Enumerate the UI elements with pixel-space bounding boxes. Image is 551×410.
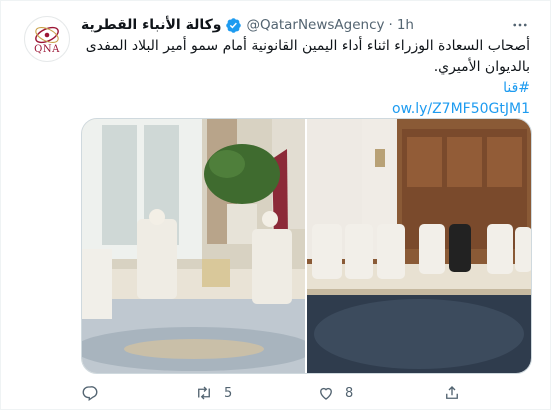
reply-icon xyxy=(82,386,98,402)
like-count: 8 xyxy=(345,385,354,401)
share-button[interactable] xyxy=(443,384,471,402)
url-link[interactable]: ow.ly/Z7MF50GtJM1 xyxy=(81,99,530,120)
retweet-button[interactable]: 5 xyxy=(194,384,232,402)
like-button[interactable]: 8 xyxy=(317,384,353,402)
tweet-actions: 5 8 xyxy=(81,384,532,404)
header-separator: · xyxy=(388,17,393,33)
account-avatar[interactable]: QNA xyxy=(24,16,70,62)
retweet-count: 5 xyxy=(224,385,233,401)
tweet-card[interactable]: QNA وكالة الأنباء القطرية @QatarNewsAgen… xyxy=(0,0,551,410)
tweet-text-line-1: أصحاب السعادة الوزراء اثناء أداء اليمين … xyxy=(85,38,530,54)
account-handle[interactable]: @QatarNewsAgency xyxy=(246,17,384,33)
tweet-text-line-2: بالديوان الأميري. xyxy=(433,59,530,75)
avatar-label: QNA xyxy=(34,43,60,55)
verified-badge-icon xyxy=(225,17,242,34)
more-options-icon[interactable] xyxy=(510,15,530,35)
tweet-header: وكالة الأنباء القطرية @QatarNewsAgency ·… xyxy=(81,15,414,35)
media-gallery[interactable] xyxy=(81,118,532,374)
photo-2[interactable] xyxy=(306,119,531,373)
account-name[interactable]: وكالة الأنباء القطرية xyxy=(81,17,221,33)
retweet-icon xyxy=(198,386,210,400)
share-icon xyxy=(446,386,458,399)
reply-button[interactable] xyxy=(81,384,109,402)
qna-logo-icon xyxy=(35,26,59,43)
photo-1[interactable] xyxy=(82,119,305,373)
tweet-text: أصحاب السعادة الوزراء اثناء أداء اليمين … xyxy=(81,36,530,120)
heart-icon xyxy=(320,387,332,400)
tweet-timestamp[interactable]: 1h xyxy=(397,17,414,33)
hashtag-link[interactable]: #قنا xyxy=(81,78,530,99)
